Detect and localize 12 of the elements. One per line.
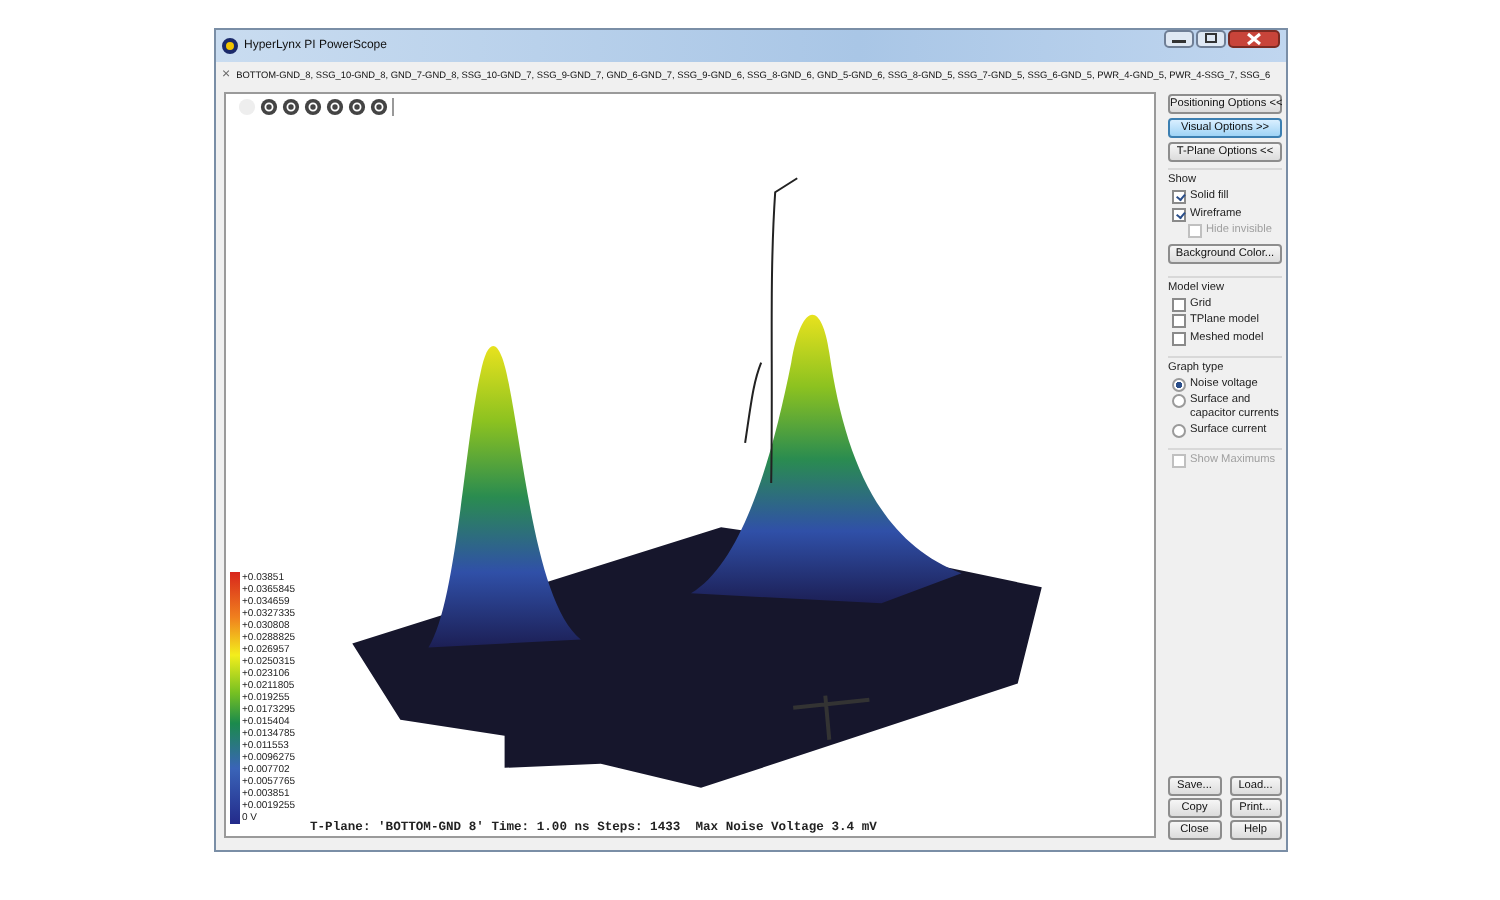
checkbox[interactable] bbox=[1172, 297, 1186, 311]
minimize-icon[interactable] bbox=[1164, 30, 1194, 48]
close-icon[interactable] bbox=[1228, 30, 1280, 48]
app-logo-icon bbox=[222, 38, 238, 54]
maximize-icon[interactable] bbox=[1196, 30, 1226, 48]
radio-button[interactable] bbox=[1172, 394, 1186, 408]
radio-button[interactable] bbox=[1172, 377, 1186, 391]
radio-button[interactable] bbox=[1172, 423, 1186, 437]
checkbox[interactable] bbox=[1172, 207, 1186, 221]
checkbox[interactable] bbox=[1172, 314, 1186, 328]
checkbox[interactable] bbox=[1172, 190, 1186, 204]
checkbox[interactable] bbox=[1172, 331, 1186, 345]
